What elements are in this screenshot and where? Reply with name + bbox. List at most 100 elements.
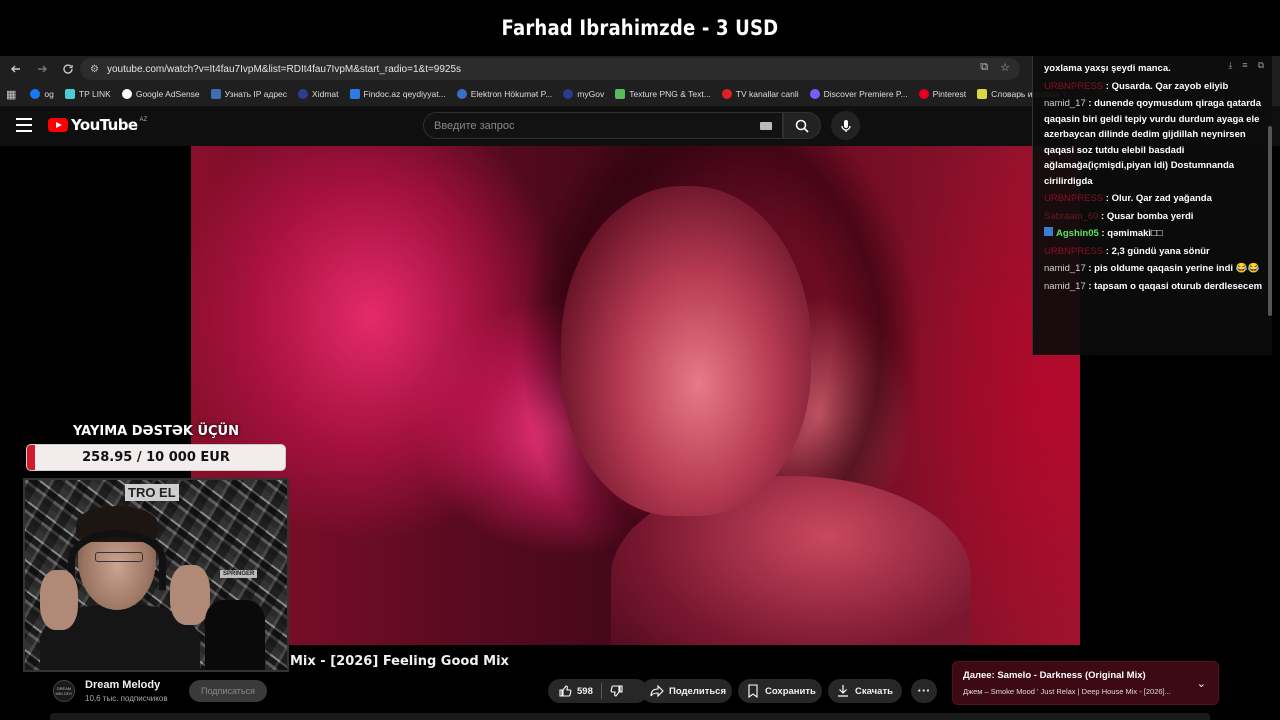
save-button[interactable]: Сохранить	[738, 679, 822, 703]
video-title: Mix - [2026] Feeling Good Mix	[290, 654, 509, 669]
bookmark-favicon	[349, 89, 360, 99]
search-input[interactable]: Введите запрос	[423, 112, 783, 139]
url-text: youtube.com/watch?v=It4fau7IvpM&list=RDI…	[106, 63, 462, 75]
keyboard-icon[interactable]	[760, 122, 772, 130]
chat-text: yoxlama yaxşı şeydi manca.	[1044, 63, 1171, 74]
bookmark-label: Pinterest	[932, 89, 967, 99]
forward-button[interactable]	[30, 57, 54, 81]
bookmark-label: Узнать IP адрес	[224, 89, 288, 99]
bookmark-favicon	[121, 89, 132, 99]
chat-text: : 2,3 gündü yana sönür	[1105, 245, 1210, 257]
bookmark-item[interactable]: Elektron Hökumət P...	[456, 89, 552, 99]
chat-username: URBNPRESS	[1044, 245, 1104, 257]
bookmark-favicon	[298, 89, 309, 99]
channel-avatar[interactable]: DREAM MELODY	[53, 680, 75, 702]
chat-username: Sabraam_69	[1044, 210, 1099, 222]
thumbs-up-icon	[559, 685, 572, 697]
share-icon	[650, 684, 664, 698]
donation-alert-text: Farhad Ibrahimzde - 3 USD	[501, 16, 779, 40]
bookmark-item[interactable]: Discover Premiere P...	[809, 89, 908, 99]
microphone	[205, 600, 265, 670]
bookmark-label: og	[44, 89, 54, 99]
chevron-down-icon[interactable]: ⌄	[1197, 677, 1206, 690]
wall-sticker: SPRINGER	[220, 570, 258, 578]
bookmark-label: TV kanallar canli	[735, 89, 799, 99]
bookmark-favicon	[918, 89, 929, 99]
search-button[interactable]	[783, 112, 821, 139]
youtube-logo[interactable]: YouTube AZ	[48, 116, 147, 134]
bookmark-item[interactable]: myGov	[563, 89, 604, 99]
youtube-play-icon	[48, 118, 68, 132]
chat-overlay: ⤓ ≡ ⧉ yoxlama yaxşı şeydi manca. URBNPRE…	[1032, 56, 1272, 355]
site-info-icon[interactable]: ⚙	[90, 64, 99, 75]
more-dots-icon: ···	[917, 683, 931, 698]
download-label: Скачать	[855, 685, 893, 697]
chat-text: : qəmimaki□□	[1101, 228, 1163, 239]
chat-messages: yoxlama yaxşı şeydi manca. URBNPRESS : Q…	[1044, 61, 1270, 296]
streamer-figure	[40, 506, 210, 670]
bookmark-favicon	[563, 89, 574, 99]
address-bar-actions: ⧉ ☆	[980, 61, 1010, 74]
chat-username: namid_17	[1044, 263, 1086, 274]
more-actions-button[interactable]: ···	[911, 679, 937, 703]
chat-text: : dunende qoymusdum qiraga qatarda qaqas…	[1044, 98, 1261, 187]
chat-username: namid_17	[1044, 280, 1086, 292]
bookmark-label: Findoc.az qeydiyyat...	[363, 89, 446, 99]
dislike-button[interactable]	[610, 684, 629, 698]
video-player[interactable]	[191, 146, 1080, 645]
bookmark-item[interactable]: Google AdSense	[121, 89, 200, 99]
chat-text: : Qusar bomba yerdi	[1101, 210, 1194, 222]
arrow-left-icon	[11, 65, 20, 73]
bookmark-favicon	[64, 89, 75, 99]
bookmark-favicon	[809, 89, 820, 99]
webcam-overlay: TRO EL SPRINGER	[23, 478, 289, 672]
back-button[interactable]	[4, 57, 28, 81]
bookmark-item[interactable]: Узнать IP адрес	[210, 89, 288, 99]
bookmark-favicon	[456, 89, 467, 99]
bookmark-item[interactable]: TP LINK	[64, 89, 111, 99]
bookmark-star-icon[interactable]: ☆	[1000, 61, 1010, 74]
donation-progress-text: 258.95 / 10 000 EUR	[82, 450, 230, 465]
like-button[interactable]: 598	[558, 684, 593, 698]
bookmark-favicon	[30, 89, 41, 99]
donation-alert-banner: Farhad Ibrahimzde - 3 USD	[0, 0, 1280, 56]
bookmark-label: myGov	[577, 89, 605, 99]
bookmark-label: Google AdSense	[135, 89, 200, 99]
bookmark-favicon	[210, 89, 221, 99]
streamer-hand	[170, 565, 210, 625]
search-placeholder: Введите запрос	[434, 119, 515, 132]
menu-icon[interactable]	[16, 118, 32, 132]
bookmark-item[interactable]: Pinterest	[918, 89, 967, 99]
wall-sticker: TRO EL	[125, 484, 179, 501]
reload-button[interactable]	[56, 57, 80, 81]
arrow-right-icon	[38, 65, 47, 73]
chat-username: URBNPRESS	[1044, 80, 1104, 92]
reload-icon	[63, 64, 73, 74]
bookmark-item[interactable]: og	[30, 89, 54, 99]
chat-scrollbar[interactable]	[1268, 126, 1272, 316]
subscribe-button[interactable]: Подписаться	[189, 680, 267, 702]
bookmark-item[interactable]: Xidmat	[298, 89, 339, 99]
address-bar[interactable]: ⚙ youtube.com/watch?v=It4fau7IvpM&list=R…	[80, 58, 1020, 80]
up-next-card[interactable]: Далее: Samelo - Darkness (Original Mix) …	[952, 661, 1219, 705]
chat-message: Sabraam_69 : Qusar bomba yerdi	[1044, 209, 1270, 225]
chat-message: Agshin05 : qəmimaki□□	[1044, 226, 1270, 242]
install-app-icon[interactable]: ⧉	[980, 61, 988, 74]
channel-name[interactable]: Dream Melody	[85, 679, 160, 691]
apps-grid-icon[interactable]: ▦	[6, 88, 16, 101]
bookmark-item[interactable]: TV kanallar canli	[721, 89, 799, 99]
microphone-icon	[840, 119, 851, 132]
download-button[interactable]: Скачать	[828, 679, 902, 703]
bookmark-item[interactable]: Texture PNG & Text...	[615, 89, 711, 99]
voice-search-button[interactable]	[831, 111, 860, 140]
bookmark-item[interactable]: Findoc.az qeydiyyat...	[349, 89, 446, 99]
up-next-subtitle: Джем – Smoke Mood ' Just Relax | Deep Ho…	[963, 687, 1171, 696]
like-dislike-group: 598	[548, 679, 648, 703]
region-code: AZ	[139, 117, 148, 123]
share-button[interactable]: Поделиться	[641, 679, 732, 703]
bookmark-favicon	[721, 89, 732, 99]
bookmark-favicon	[977, 89, 988, 99]
save-label: Сохранить	[765, 685, 816, 697]
channel-subscriber-count: 10,6 тыс. подписчиков	[85, 694, 168, 703]
bookmark-label: Discover Premiere P...	[823, 89, 908, 99]
